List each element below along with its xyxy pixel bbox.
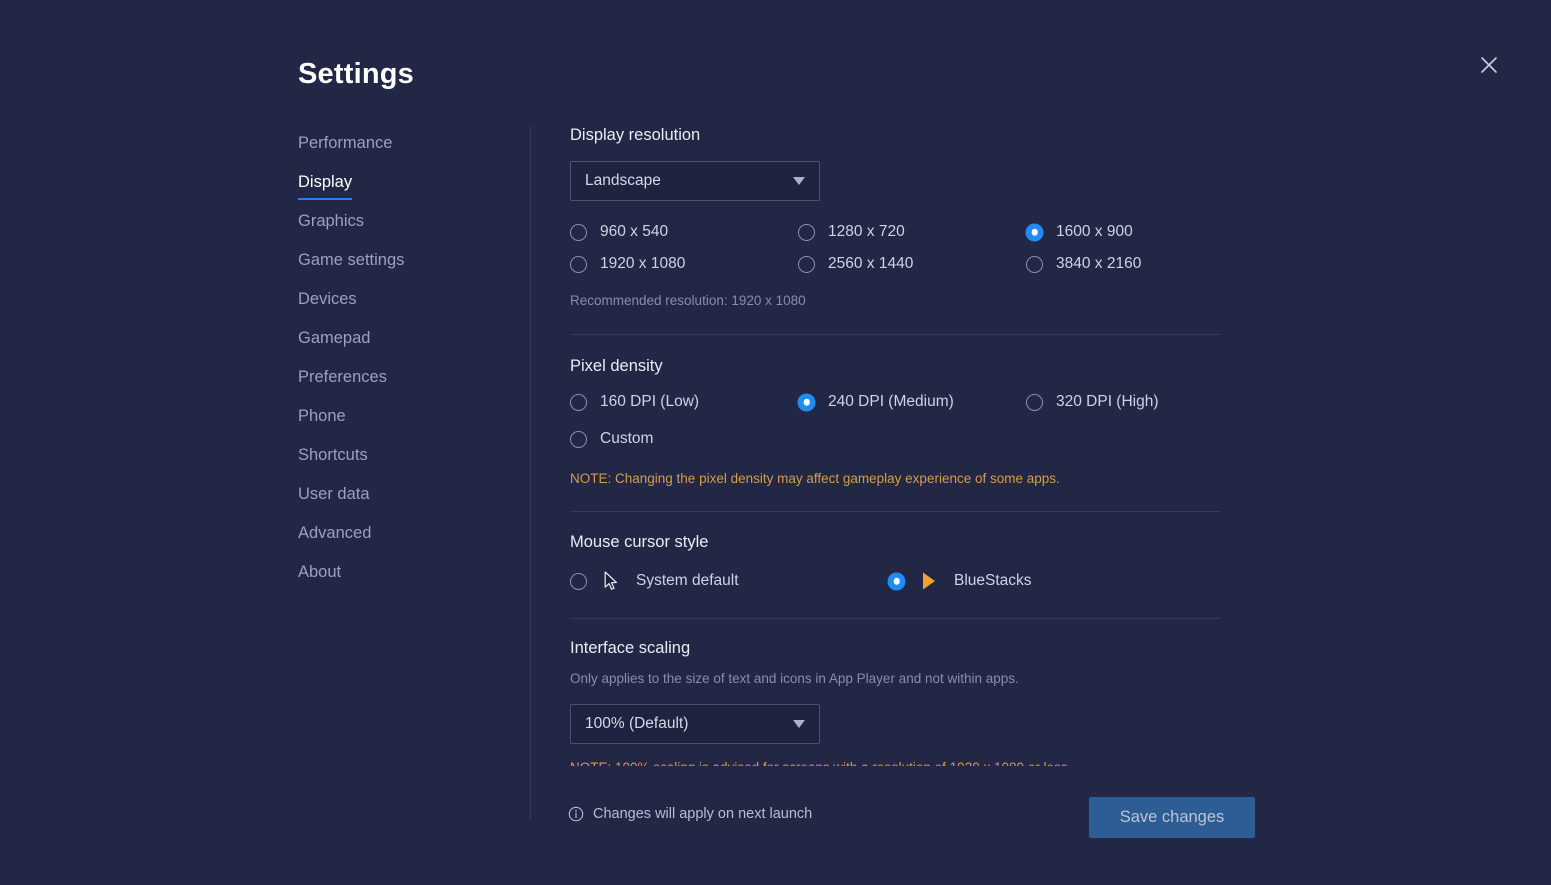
radio-indicator[interactable] — [798, 223, 815, 241]
sidebar-item-game-settings[interactable]: Game settings — [298, 249, 404, 288]
section-heading: Interface scaling — [570, 639, 691, 657]
orientation-select-value: Landscape — [585, 172, 661, 189]
interface-scaling-select-value: 100% (Default) — [585, 715, 689, 732]
interface-scaling-note: NOTE: 100% scaling is advised for screen… — [570, 760, 1225, 766]
radio-label: System default — [636, 572, 739, 589]
page-title: Settings — [298, 58, 414, 90]
resolution-option-1920x1080[interactable]: 1920 x 1080 — [570, 255, 798, 273]
resolution-option-960x540[interactable]: 960 x 540 — [570, 223, 798, 241]
radio-indicator[interactable] — [1026, 255, 1043, 273]
radio-label: Custom — [600, 430, 654, 447]
radio-indicator[interactable] — [570, 430, 587, 448]
radio-indicator[interactable] — [570, 393, 587, 411]
sidebar-item-advanced[interactable]: Advanced — [298, 522, 371, 561]
sidebar-item-performance[interactable]: Performance — [298, 132, 392, 171]
cursor-option-bluestacks[interactable]: BlueStacks — [888, 571, 1225, 591]
section-divider — [570, 618, 1220, 619]
save-changes-button[interactable]: Save changes — [1089, 797, 1255, 838]
section-divider — [570, 511, 1220, 512]
recommended-resolution-text: Recommended resolution: 1920 x 1080 — [570, 293, 806, 308]
sidebar-item-label: Gamepad — [298, 329, 371, 347]
sidebar-item-preferences[interactable]: Preferences — [298, 366, 387, 405]
section-divider — [570, 334, 1220, 335]
sidebar-divider — [530, 126, 531, 820]
sidebar-item-label: Shortcuts — [298, 446, 368, 464]
footer-info: Changes will apply on next launch — [568, 806, 812, 822]
radio-indicator[interactable] — [570, 572, 587, 590]
radio-indicator[interactable] — [888, 572, 905, 590]
settings-content: Display resolution Landscape 960 x 540 1… — [570, 126, 1225, 744]
sidebar-item-label: Display — [298, 171, 353, 200]
section-heading: Mouse cursor style — [570, 533, 709, 551]
interface-scaling-note-clipped: NOTE: 100% scaling is advised for screen… — [570, 760, 1225, 766]
sidebar-item-gamepad[interactable]: Gamepad — [298, 327, 370, 366]
radio-label: 3840 x 2160 — [1056, 255, 1142, 272]
radio-indicator[interactable] — [1026, 393, 1043, 411]
resolution-option-1600x900[interactable]: 1600 x 900 — [1026, 223, 1226, 241]
sidebar-item-label: About — [298, 563, 342, 581]
section-mouse-cursor-style: Mouse cursor style System default BlueSt… — [570, 533, 1225, 591]
info-icon — [568, 806, 584, 822]
resolution-option-2560x1440[interactable]: 2560 x 1440 — [798, 255, 1026, 273]
radio-indicator[interactable] — [798, 393, 815, 411]
bluestacks-cursor-icon — [918, 571, 940, 591]
radio-label: BlueStacks — [954, 572, 1032, 589]
sidebar-item-graphics[interactable]: Graphics — [298, 210, 364, 249]
sidebar-item-display[interactable]: Display — [298, 171, 353, 210]
sidebar-item-devices[interactable]: Devices — [298, 288, 357, 327]
radio-label: 2560 x 1440 — [828, 255, 914, 272]
sidebar-item-label: User data — [298, 485, 370, 503]
pixel-density-option-320[interactable]: 320 DPI (High) — [1026, 393, 1226, 411]
pixel-density-option-160[interactable]: 160 DPI (Low) — [570, 393, 798, 411]
sidebar-item-label: Graphics — [298, 212, 365, 230]
radio-indicator[interactable] — [1026, 223, 1043, 241]
settings-sidebar: Performance Display Graphics Game settin… — [298, 132, 518, 600]
radio-label: 240 DPI (Medium) — [828, 393, 954, 410]
resolution-option-3840x2160[interactable]: 3840 x 2160 — [1026, 255, 1226, 273]
sidebar-item-about[interactable]: About — [298, 561, 341, 600]
radio-label: 320 DPI (High) — [1056, 393, 1159, 410]
sidebar-item-label: Performance — [298, 134, 393, 152]
settings-dialog: Settings Performance Display Graphics Ga… — [0, 0, 1551, 885]
resolution-radio-group: 960 x 540 1280 x 720 1600 x 900 1920 x 1… — [570, 223, 1225, 273]
radio-indicator[interactable] — [570, 255, 587, 273]
sidebar-item-label: Phone — [298, 407, 346, 425]
pixel-density-option-240[interactable]: 240 DPI (Medium) — [798, 393, 1026, 411]
close-icon[interactable] — [1472, 48, 1506, 82]
sidebar-item-shortcuts[interactable]: Shortcuts — [298, 444, 368, 483]
pixel-density-option-custom[interactable]: Custom — [570, 430, 798, 448]
radio-label: 1280 x 720 — [828, 223, 905, 240]
cursor-option-system-default[interactable]: System default — [570, 571, 888, 591]
footer-note-text: Changes will apply on next launch — [593, 806, 813, 822]
chevron-down-icon — [793, 177, 805, 185]
radio-label: 960 x 540 — [600, 223, 669, 240]
cursor-style-radio-group: System default BlueStacks — [570, 571, 1225, 591]
radio-indicator[interactable] — [798, 255, 815, 273]
section-interface-scaling: Interface scaling Only applies to the si… — [570, 639, 1225, 744]
section-heading: Display resolution — [570, 126, 701, 144]
radio-indicator[interactable] — [570, 223, 587, 241]
pixel-density-note: NOTE: Changing the pixel density may aff… — [570, 471, 1060, 486]
sidebar-item-user-data[interactable]: User data — [298, 483, 370, 522]
interface-scaling-select[interactable]: 100% (Default) — [570, 704, 820, 744]
interface-scaling-description: Only applies to the size of text and ico… — [570, 671, 1019, 686]
sidebar-item-label: Game settings — [298, 251, 405, 269]
resolution-option-1280x720[interactable]: 1280 x 720 — [798, 223, 1026, 241]
pixel-density-radio-group: 160 DPI (Low) 240 DPI (Medium) 320 DPI (… — [570, 393, 1225, 448]
orientation-select[interactable]: Landscape — [570, 161, 820, 201]
radio-label: 1600 x 900 — [1056, 223, 1133, 240]
sidebar-item-label: Devices — [298, 290, 357, 308]
section-pixel-density: Pixel density 160 DPI (Low) 240 DPI (Med… — [570, 357, 1225, 486]
radio-label: 1920 x 1080 — [600, 255, 686, 272]
radio-label: 160 DPI (Low) — [600, 393, 700, 410]
section-display-resolution: Display resolution Landscape 960 x 540 1… — [570, 126, 1225, 308]
chevron-down-icon — [793, 720, 805, 728]
sidebar-item-label: Preferences — [298, 368, 387, 386]
section-heading: Pixel density — [570, 357, 663, 375]
sidebar-item-phone[interactable]: Phone — [298, 405, 346, 444]
system-cursor-icon — [600, 571, 622, 591]
sidebar-item-label: Advanced — [298, 524, 372, 542]
